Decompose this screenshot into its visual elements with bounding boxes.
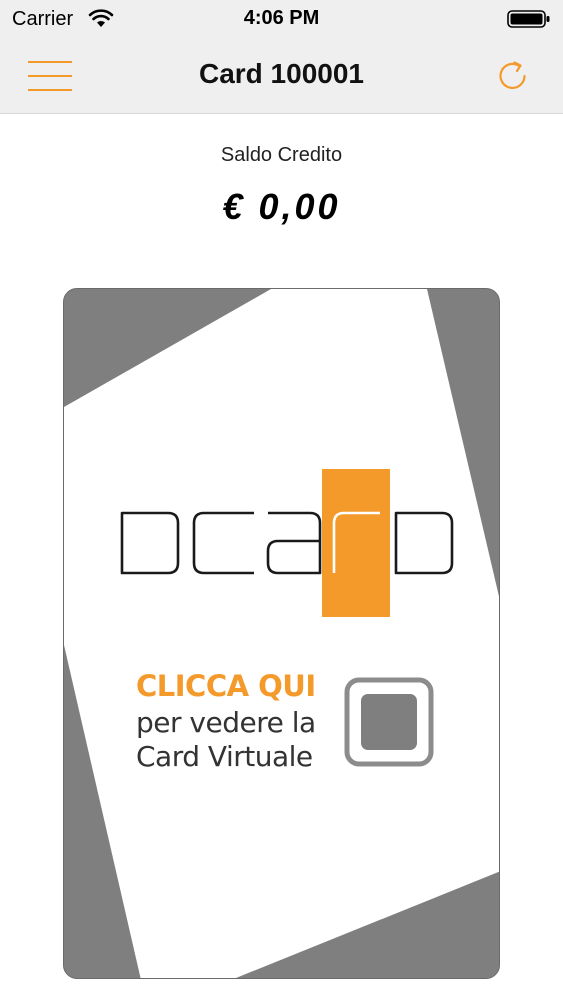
card-chip-icon: [344, 677, 434, 767]
navigation-bar: Card 100001: [0, 40, 563, 114]
balance-label: Saldo Credito: [220, 144, 343, 166]
dcard-logo: [120, 469, 454, 617]
page-title: Card 100001: [198, 58, 364, 89]
cta-title: CLICCA QUI: [136, 669, 316, 703]
balance-value: € 0,00: [222, 186, 341, 227]
battery-icon: [507, 10, 550, 28]
refresh-icon[interactable]: [493, 56, 533, 96]
status-time: 4:06 PM: [243, 7, 320, 29]
card-background: [64, 289, 499, 978]
hamburger-menu-icon: [28, 61, 72, 63]
cta-line-1: per vedere la: [136, 706, 316, 739]
menu-button[interactable]: [22, 56, 78, 96]
cta-line-2: Card Virtuale: [136, 740, 313, 773]
status-bar: Carrier 4:06 PM: [0, 0, 563, 40]
virtual-card-button[interactable]: CLICCA QUI per vedere la Card Virtuale: [63, 288, 500, 979]
